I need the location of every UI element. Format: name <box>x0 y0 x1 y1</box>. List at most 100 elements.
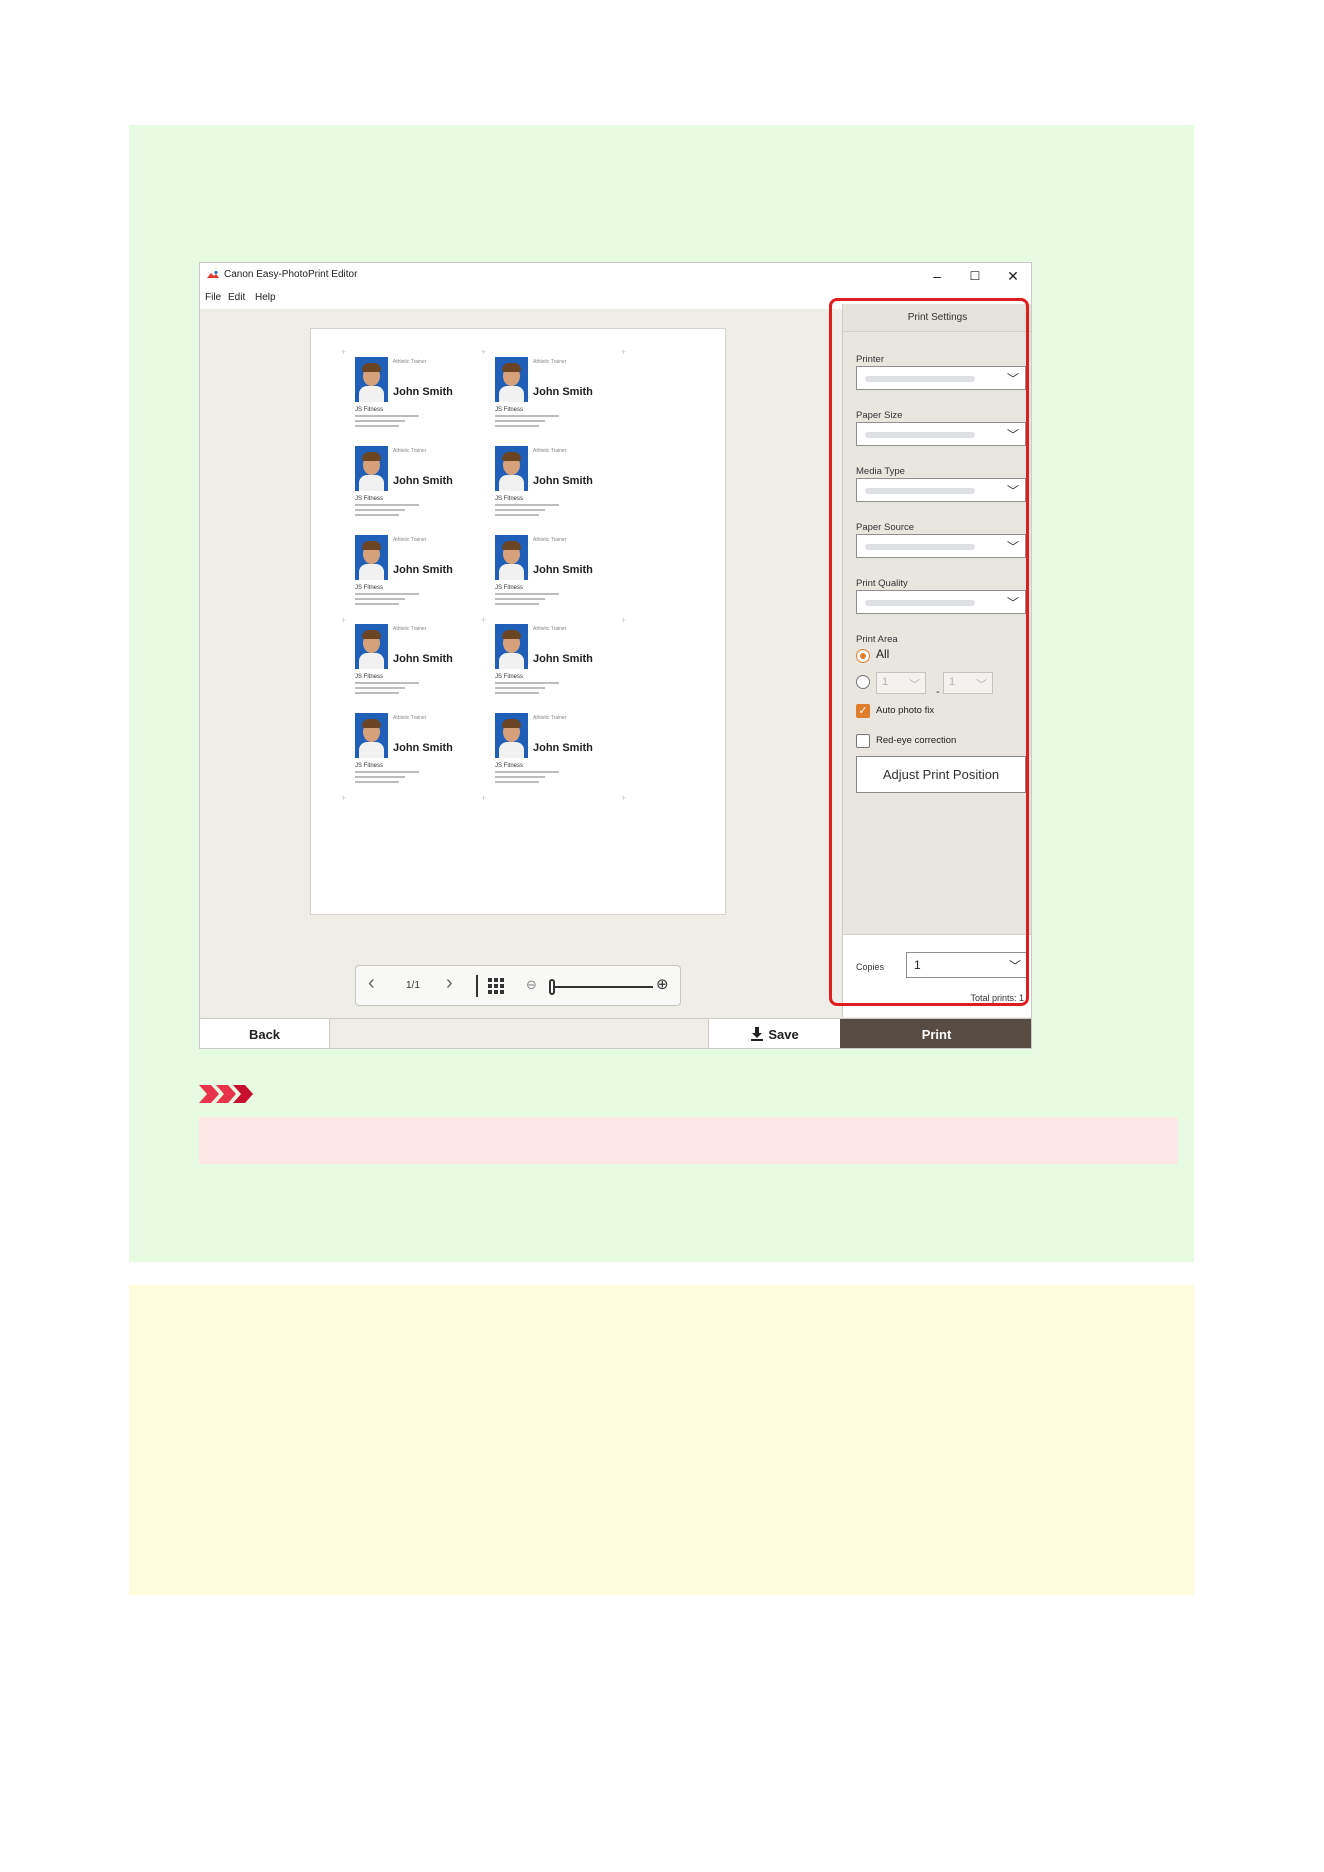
card-role: Athletic Trainer <box>393 715 427 721</box>
card-detail-line <box>355 776 405 778</box>
crop-mark: + <box>621 615 627 625</box>
portrait-photo <box>355 535 388 580</box>
portrait-photo <box>355 357 388 402</box>
back-button[interactable]: Back <box>200 1019 330 1048</box>
card-company: JS Fitness <box>355 763 384 769</box>
card-name: John Smith <box>533 564 593 576</box>
portrait-photo <box>495 713 528 758</box>
business-card: Athletic Trainer John Smith JS Fitness <box>483 615 643 715</box>
card-detail-line <box>355 504 419 506</box>
card-role: Athletic Trainer <box>533 359 567 365</box>
card-name: John Smith <box>533 742 593 754</box>
card-name: John Smith <box>393 386 453 398</box>
card-detail-line <box>355 781 399 783</box>
crop-mark: + <box>481 615 487 625</box>
window-title: Canon Easy-PhotoPrint Editor <box>224 269 358 280</box>
card-role: Athletic Trainer <box>533 715 567 721</box>
card-role: Athletic Trainer <box>533 626 567 632</box>
card-detail-line <box>355 598 405 600</box>
card-detail-line <box>495 514 539 516</box>
close-button[interactable]: ✕ <box>998 265 1028 287</box>
menu-edit[interactable]: Edit <box>228 292 245 303</box>
menu-help[interactable]: Help <box>255 292 276 303</box>
business-card: Athletic Trainer John Smith JS Fitness <box>343 437 503 537</box>
crop-mark: + <box>481 347 487 357</box>
card-detail-line <box>355 771 419 773</box>
card-name: John Smith <box>533 386 593 398</box>
crop-mark: + <box>621 347 627 357</box>
card-company: JS Fitness <box>355 496 384 502</box>
portrait-photo <box>355 713 388 758</box>
download-icon <box>751 1027 764 1041</box>
card-name: John Smith <box>393 475 453 487</box>
title-bar: Canon Easy-PhotoPrint Editor – ☐ ✕ <box>200 263 1031 289</box>
grid-icon[interactable] <box>488 978 504 994</box>
crop-mark: + <box>341 615 347 625</box>
card-detail-line <box>495 771 559 773</box>
print-button[interactable]: Print <box>840 1019 1031 1048</box>
card-company: JS Fitness <box>495 585 524 591</box>
card-name: John Smith <box>393 564 453 576</box>
card-detail-line <box>355 593 419 595</box>
card-detail-line <box>495 776 545 778</box>
chevron-right-icon[interactable]: › <box>446 972 453 995</box>
business-card: Athletic Trainer John Smith JS Fitness <box>483 704 643 804</box>
bottom-bar: Back Save Print <box>200 1018 1031 1048</box>
minimize-button[interactable]: – <box>922 265 952 287</box>
card-detail-line <box>495 687 545 689</box>
card-detail-line <box>495 420 545 422</box>
card-role: Athletic Trainer <box>393 626 427 632</box>
zoom-slider-thumb[interactable] <box>549 979 555 995</box>
card-name: John Smith <box>533 475 593 487</box>
card-detail-line <box>355 687 405 689</box>
zoom-in-icon[interactable]: ⊕ <box>656 975 669 993</box>
card-company: JS Fitness <box>355 407 384 413</box>
crop-mark: + <box>621 793 627 803</box>
card-company: JS Fitness <box>355 674 384 680</box>
card-company: JS Fitness <box>355 585 384 591</box>
business-card: Athletic Trainer John Smith JS Fitness <box>343 348 503 448</box>
card-role: Athletic Trainer <box>533 537 567 543</box>
card-detail-line <box>495 504 559 506</box>
portrait-photo <box>355 624 388 669</box>
card-detail-line <box>495 603 539 605</box>
maximize-button[interactable]: ☐ <box>960 265 990 287</box>
card-detail-line <box>355 415 419 417</box>
card-detail-line <box>495 593 559 595</box>
card-detail-line <box>495 692 539 694</box>
card-detail-line <box>355 692 399 694</box>
card-name: John Smith <box>393 742 453 754</box>
card-detail-line <box>495 425 539 427</box>
card-detail-line <box>355 603 399 605</box>
content-panel-yellow <box>129 1285 1194 1595</box>
card-role: Athletic Trainer <box>393 359 427 365</box>
zoom-slider[interactable] <box>553 986 653 988</box>
business-card: Athletic Trainer John Smith JS Fitness <box>343 526 503 626</box>
crop-mark: + <box>341 793 347 803</box>
card-role: Athletic Trainer <box>393 537 427 543</box>
business-card: Athletic Trainer John Smith JS Fitness <box>483 437 643 537</box>
card-role: Athletic Trainer <box>393 448 427 454</box>
card-company: JS Fitness <box>495 763 524 769</box>
preview-navigator: ‹ 1/1 › ⊖ ⊕ <box>355 965 681 1006</box>
app-logo-icon <box>207 271 219 278</box>
chevron-left-icon[interactable]: ‹ <box>368 972 375 995</box>
page-indicator: 1/1 <box>406 980 420 991</box>
important-icon <box>199 1085 253 1103</box>
save-button[interactable]: Save <box>708 1019 840 1048</box>
portrait-photo <box>495 535 528 580</box>
menu-file[interactable]: File <box>205 292 221 303</box>
card-company: JS Fitness <box>495 407 524 413</box>
card-company: JS Fitness <box>495 674 524 680</box>
portrait-photo <box>495 624 528 669</box>
divider <box>476 975 478 997</box>
zoom-out-icon[interactable]: ⊖ <box>526 977 537 993</box>
card-detail-line <box>355 420 405 422</box>
print-preview-page: Athletic Trainer John Smith JS Fitness Athl… <box>310 328 726 915</box>
card-detail-line <box>355 682 419 684</box>
card-name: John Smith <box>393 653 453 665</box>
portrait-photo <box>355 446 388 491</box>
card-role: Athletic Trainer <box>533 448 567 454</box>
card-detail-line <box>355 425 399 427</box>
card-detail-line <box>495 682 559 684</box>
